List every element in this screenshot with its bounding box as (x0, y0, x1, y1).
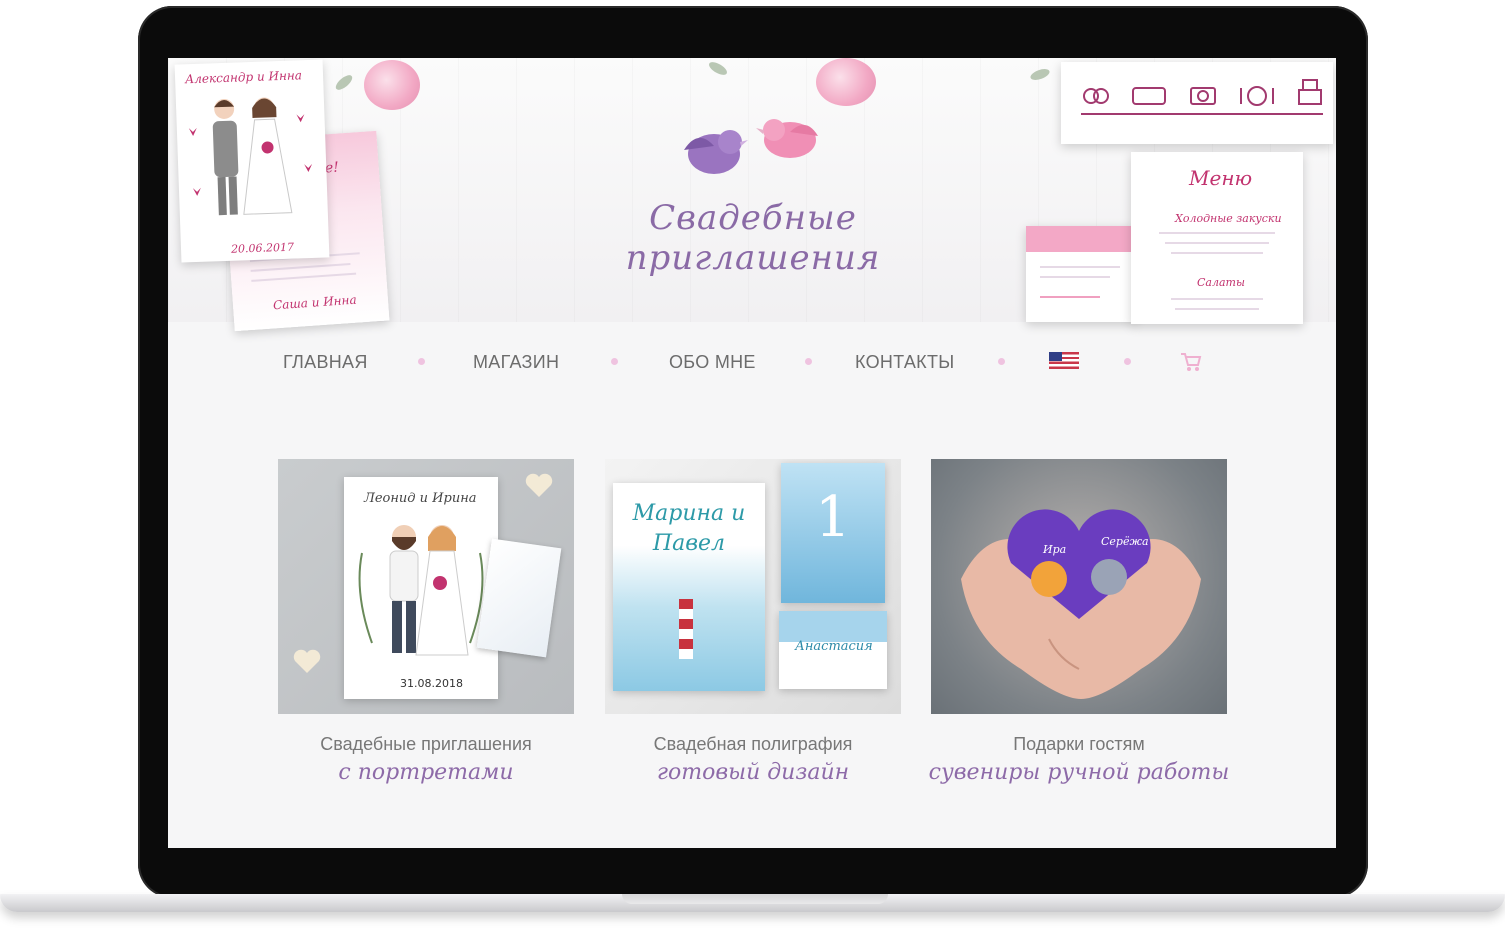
us-flag-icon[interactable] (1049, 352, 1079, 369)
text-line (1165, 242, 1269, 244)
nav-item-home[interactable]: ГЛАВНАЯ (283, 352, 368, 373)
card-names: Марина и Павел (632, 501, 746, 556)
product-image-gifts[interactable]: Ира Серёжа (931, 459, 1227, 714)
product-subtitle: готовый дизайн (656, 760, 850, 785)
product-title[interactable]: Подарки гостям (931, 734, 1227, 755)
text-line (1040, 296, 1100, 298)
nav-separator-dot (805, 358, 812, 365)
hands-holding-heart (961, 509, 1201, 699)
menu-section: Салаты (1197, 276, 1245, 289)
leaf-decoration (333, 72, 355, 93)
website-screen: Дорогие! Саша и Инна Александр и Инна 20… (168, 58, 1336, 848)
card-date: 20.06.2017 (230, 240, 295, 256)
rose-decoration (364, 60, 420, 110)
timeline-icons (1081, 79, 1323, 115)
heart-button-icon (293, 649, 321, 673)
table-number: 1 (815, 485, 851, 550)
text-line (1159, 232, 1275, 234)
menu-title: Меню (1189, 166, 1253, 190)
cart-icon[interactable] (1180, 352, 1202, 372)
invitation-card: Леонид и Ирина 31.08.2018 (344, 477, 498, 699)
card-names: Леонид и Ирина (364, 491, 477, 506)
nav-separator-dot (418, 358, 425, 365)
place-card: Анастасия (779, 611, 887, 689)
laptop-notch (622, 894, 888, 904)
watercolor-card: Марина и Павел (613, 483, 765, 691)
nav-separator-dot (611, 358, 618, 365)
text-line (1171, 298, 1263, 300)
couple-illustration (188, 97, 313, 216)
menu-section: Холодные закуски (1175, 212, 1282, 225)
invitation-card-couple: Александр и Инна 20.06.2017 (174, 59, 330, 263)
place-card-name: Анастасия (795, 639, 873, 654)
portrait-illustration (358, 525, 484, 656)
text-line (1040, 276, 1110, 278)
heart-button-icon (525, 473, 553, 497)
product-image-portraits[interactable]: Леонид и Ирина 31.08.2018 (278, 459, 574, 714)
lighthouse (679, 599, 693, 659)
nav-separator-dot (998, 358, 1005, 365)
gift-name-1: Ира (1043, 543, 1067, 556)
leaf-decoration (1029, 66, 1051, 83)
menu-card: Меню Холодные закуски Салаты (1131, 152, 1303, 324)
card-names: Александр и Инна (184, 68, 303, 87)
nav-item-about[interactable]: ОБО МНЕ (669, 352, 756, 373)
card-names: Саша и Инна (272, 292, 358, 313)
info-card (1026, 226, 1136, 322)
nav-item-contacts[interactable]: КОНТАКТЫ (855, 352, 955, 373)
hero-title: Свадебные приглашения (625, 198, 881, 278)
main-navigation: ГЛАВНАЯ МАГАЗИН ОБО МНЕ КОНТАКТЫ (168, 322, 1336, 402)
timeline-card (1061, 62, 1333, 144)
hero-banner: Дорогие! Саша и Инна Александр и Инна 20… (168, 58, 1336, 332)
nav-separator-dot (1124, 358, 1131, 365)
magnet (476, 538, 562, 658)
product-title[interactable]: Свадебная полиграфия (605, 734, 901, 755)
leaf-decoration (707, 59, 729, 78)
table-number-card: 1 (781, 463, 885, 603)
text-line (251, 272, 357, 282)
text-line (1175, 308, 1259, 310)
bird-illustration (684, 119, 818, 174)
text-line (1171, 252, 1263, 254)
gift-name-2: Серёжа (1101, 535, 1149, 548)
product-image-print[interactable]: Марина и Павел 1 Анастасия (605, 459, 901, 714)
text-line (250, 262, 351, 272)
product-subtitle: сувениры ручной работы (928, 760, 1230, 785)
rose-decoration (816, 58, 876, 106)
card-date: 31.08.2018 (400, 677, 463, 690)
nav-item-shop[interactable]: МАГАЗИН (473, 352, 559, 373)
text-line (1040, 266, 1120, 268)
product-title[interactable]: Свадебные приглашения (278, 734, 574, 755)
product-subtitle: с портретами (338, 760, 514, 785)
